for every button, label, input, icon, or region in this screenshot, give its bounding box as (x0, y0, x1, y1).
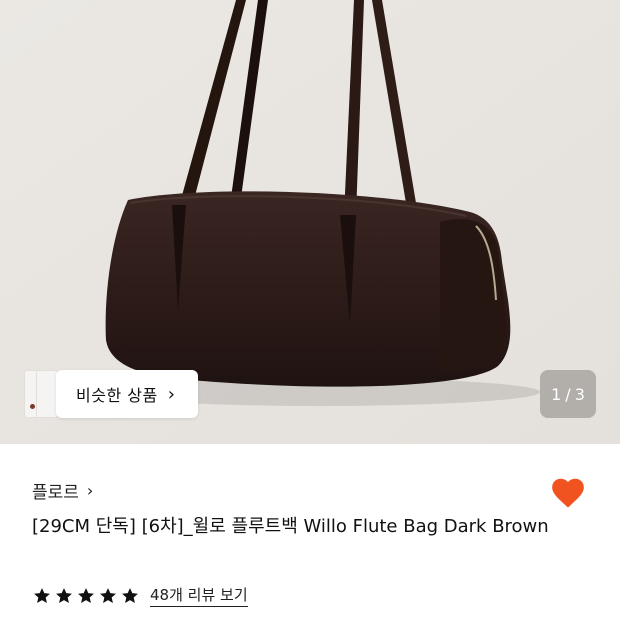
pager-current: 1 (551, 384, 562, 404)
product-title: [29CM 단독] [6차]_윌로 플루트백 Willo Flute Bag D… (32, 516, 549, 537)
heart-icon[interactable] (549, 474, 587, 512)
product-image[interactable]: 비슷한 상품 › 1 / 3 (0, 0, 620, 444)
brand-link[interactable]: 플로르 › (32, 478, 93, 503)
review-link[interactable]: 48개 리뷰 보기 (150, 584, 248, 607)
star-icon (34, 587, 50, 603)
similar-products-button[interactable]: 비슷한 상품 › (56, 370, 198, 418)
thumbnail-product-dot (30, 404, 35, 409)
pager-total: 3 (574, 384, 585, 404)
star-icon (122, 587, 138, 603)
chevron-right-icon: › (167, 383, 175, 405)
chevron-right-icon: › (86, 481, 94, 500)
pager-separator: / (565, 384, 571, 404)
star-icon (56, 587, 72, 603)
rating-row: 48개 리뷰 보기 (32, 584, 248, 607)
similar-products-label: 비슷한 상품 (76, 386, 158, 405)
star-rating (32, 586, 140, 606)
star-icon (100, 587, 116, 603)
star-icon (78, 587, 94, 603)
brand-name: 플로르 (32, 483, 79, 503)
similar-thumbnail (36, 370, 58, 418)
image-pager: 1 / 3 (540, 370, 596, 418)
